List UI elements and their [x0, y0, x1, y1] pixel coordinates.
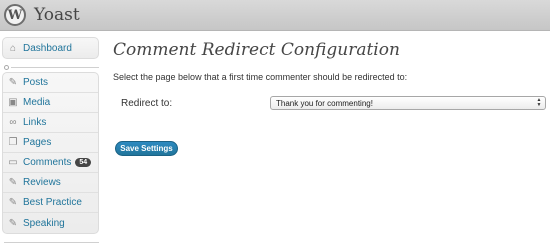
pushpin-icon: ✎ [8, 197, 18, 208]
comment-count-badge: 54 [75, 158, 92, 167]
sidebar-item-label: Dashboard [23, 42, 72, 54]
sidebar-item-posts[interactable]: ✎ Posts [3, 73, 98, 93]
sidebar-item-label: Best Practice [23, 197, 82, 208]
sidebar-item-label: Media [23, 97, 51, 108]
app-window: W Yoast ⌂ Dashboard ✎ Posts ▣ Media ∞ Li… [0, 0, 550, 243]
selected-option: Thank you for commenting! [276, 98, 373, 108]
menu-group-content: ✎ Posts ▣ Media ∞ Links ❐ Pages ▭ Commen… [2, 72, 99, 234]
comment-icon: ▭ [8, 157, 18, 168]
sidebar-item-label: Speaking [23, 217, 65, 229]
redirect-page-select[interactable]: Thank you for commenting! ▲ ▼ [270, 96, 546, 110]
sidebar-item-media[interactable]: ▣ Media [3, 93, 98, 113]
sidebar-item-label: Pages [23, 137, 52, 148]
admin-header: W Yoast [0, 0, 550, 31]
page-description: Select the page below that a first time … [113, 72, 408, 82]
pages-icon: ❐ [8, 137, 18, 148]
pushpin-icon: ✎ [8, 77, 18, 88]
sidebar-item-best-practice[interactable]: ✎ Best Practice [3, 193, 98, 213]
sidebar-item-links[interactable]: ∞ Links [3, 113, 98, 133]
sidebar: ⌂ Dashboard ✎ Posts ▣ Media ∞ Links ❐ Pa… [0, 31, 101, 243]
sidebar-item-reviews[interactable]: ✎ Reviews [3, 173, 98, 193]
menu-separator [2, 237, 99, 243]
media-icon: ▣ [8, 97, 18, 108]
sidebar-item-speaking[interactable]: ✎ Speaking [3, 213, 98, 233]
sidebar-item-pages[interactable]: ❐ Pages [3, 133, 98, 153]
sidebar-item-dashboard[interactable]: ⌂ Dashboard [3, 38, 98, 58]
link-icon: ∞ [9, 117, 17, 128]
sidebar-item-comments[interactable]: ▭ Comments 54 [3, 153, 98, 173]
redirect-label: Redirect to: [121, 98, 173, 109]
wordpress-logo-icon[interactable]: W [4, 4, 26, 26]
sidebar-item-label: Comments [23, 157, 72, 168]
sidebar-item-label: Links [23, 117, 47, 128]
collapse-handle-icon [4, 64, 9, 70]
dashboard-icon: ⌂ [9, 42, 17, 54]
save-settings-button[interactable]: Save Settings [115, 141, 178, 156]
select-arrows-icon: ▲ ▼ [536, 97, 542, 108]
main-content: Comment Redirect Configuration Select th… [113, 31, 550, 243]
site-title[interactable]: Yoast [34, 5, 80, 25]
pushpin-icon: ✎ [8, 177, 18, 188]
sidebar-item-label: Posts [23, 77, 49, 88]
sidebar-item-label: Reviews [23, 177, 61, 188]
menu-group-dashboard: ⌂ Dashboard [2, 37, 99, 59]
menu-separator[interactable] [2, 62, 99, 72]
pushpin-icon: ✎ [8, 217, 18, 229]
page-title: Comment Redirect Configuration [113, 40, 400, 60]
